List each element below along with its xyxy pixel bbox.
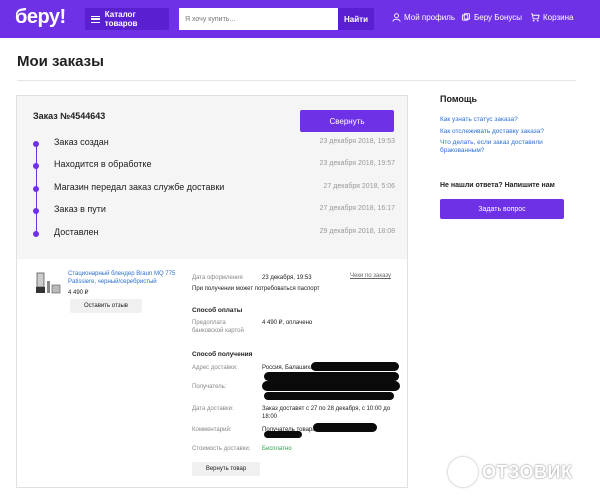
ask-question-button[interactable]: Задать вопрос [440,199,564,219]
redaction-mark [264,431,302,438]
menu-icon [91,15,100,23]
recipient-label: Получатель: [192,384,227,390]
delivery-section-title: Способ получения [192,351,253,358]
status-label: Магазин передал заказ службе доставки [54,182,225,192]
delivery-date-label: Дата доставки: [192,406,234,412]
receipts-link[interactable]: Чеки по заказу [350,273,391,279]
order-card: Заказ №4544643 Свернуть Заказ создан 23 … [16,95,408,488]
search-button[interactable]: Найти [338,8,374,30]
delivery-cost-label: Стоимость доставки: [192,446,251,452]
user-icon [392,13,401,22]
status-date: 23 декабря 2018, 19:53 [319,138,395,145]
coins-icon [461,13,471,21]
status-label: Доставлен [54,227,99,237]
page-title: Мои заказы [17,53,104,70]
passport-note: При получении может потребоваться паспор… [192,286,320,292]
payment-method-label: Предоплата банковской картой [192,320,244,334]
status-dot-icon [33,163,39,169]
order-status-panel: Заказ №4544643 Свернуть Заказ создан 23 … [17,96,407,259]
top-header: беру! Каталог товаров Найти Мой профиль … [0,0,600,38]
order-number: Заказ №4544643 [33,111,106,121]
redaction-mark [264,392,394,400]
watermark-logo-icon [448,457,478,487]
payment-value: 4 490 ₽, оплачено [262,320,313,326]
nav-profile-label: Мой профиль [404,13,456,22]
search-input[interactable] [179,8,338,30]
status-label: Находится в обработке [54,159,152,169]
help-link[interactable]: Как отслеживать доставку заказа? [440,128,580,136]
status-dot-icon [33,231,39,237]
product-price: 4 490 ₽ [68,290,89,296]
address-label: Адрес доставки: [192,365,238,371]
redaction-mark [262,381,400,391]
help-question: Не нашли ответа? Напишите нам [440,182,555,189]
help-link[interactable]: Как узнать статус заказа? [440,116,580,124]
cart-icon [530,13,540,22]
catalog-button[interactable]: Каталог товаров [85,8,169,30]
nav-cart-label: Корзина [543,13,574,22]
status-step: Находится в обработке 23 декабря 2018, 1… [33,159,395,173]
status-date: 27 декабря 2018, 16:17 [319,205,395,212]
nav-profile[interactable]: Мой профиль [392,13,455,22]
status-step: Заказ в пути 27 декабря 2018, 16:17 [33,204,395,218]
watermark: ОТЗОВИК [448,457,572,487]
status-step: Заказ создан 23 декабря 2018, 19:53 [33,137,395,151]
collapse-button[interactable]: Свернуть [300,110,394,132]
redaction-mark [264,372,399,381]
order-date-value: 23 декабря, 19:53 [262,275,312,281]
status-step: Магазин передал заказ службе доставки 27… [33,182,395,196]
redaction-mark [311,362,399,371]
address-value: Россия, Балашиха [262,365,314,371]
help-link[interactable]: Что делать, если заказ доставили бракова… [440,139,580,155]
status-date: 29 декабря 2018, 18:08 [319,228,395,235]
blender-icon[interactable] [33,271,63,296]
nav-cart[interactable]: Корзина [530,13,573,22]
status-label: Заказ в пути [54,204,106,214]
delivery-date-value: Заказ доставят с 27 по 28 декабря, с 10:… [262,406,391,420]
help-title: Помощь [440,94,478,104]
status-date: 23 декабря 2018, 19:57 [319,160,395,167]
delivery-cost-value: Бесплатно [262,446,292,452]
payment-section-title: Способ оплаты [192,307,243,314]
product-name-link[interactable]: Стационарный блендер Braun MQ 775 Patiss… [68,270,186,286]
nav-bonuses-label: Беру Бонусы [474,13,523,22]
status-date: 27 декабря 2018, 5:06 [323,183,395,190]
watermark-text: ОТЗОВИК [482,461,573,482]
catalog-button-label: Каталог товаров [104,10,138,28]
comment-label: Комментарий: [192,427,232,433]
redaction-mark [313,423,377,432]
leave-review-button[interactable]: Оставить отзыв [70,299,142,313]
order-date-label: Дата оформления [192,275,243,281]
page-content: Мои заказы Заказ №4544643 Свернуть Заказ… [0,38,600,501]
status-dot-icon [33,141,39,147]
nav-bonuses[interactable]: Беру Бонусы [461,13,522,22]
divider [17,80,576,81]
status-step: Доставлен 29 декабря 2018, 18:08 [33,227,395,241]
status-label: Заказ создан [54,137,109,147]
status-dot-icon [33,208,39,214]
status-dot-icon [33,186,39,192]
return-item-button[interactable]: Вернуть товар [192,462,260,476]
site-logo[interactable]: беру! [15,6,66,29]
